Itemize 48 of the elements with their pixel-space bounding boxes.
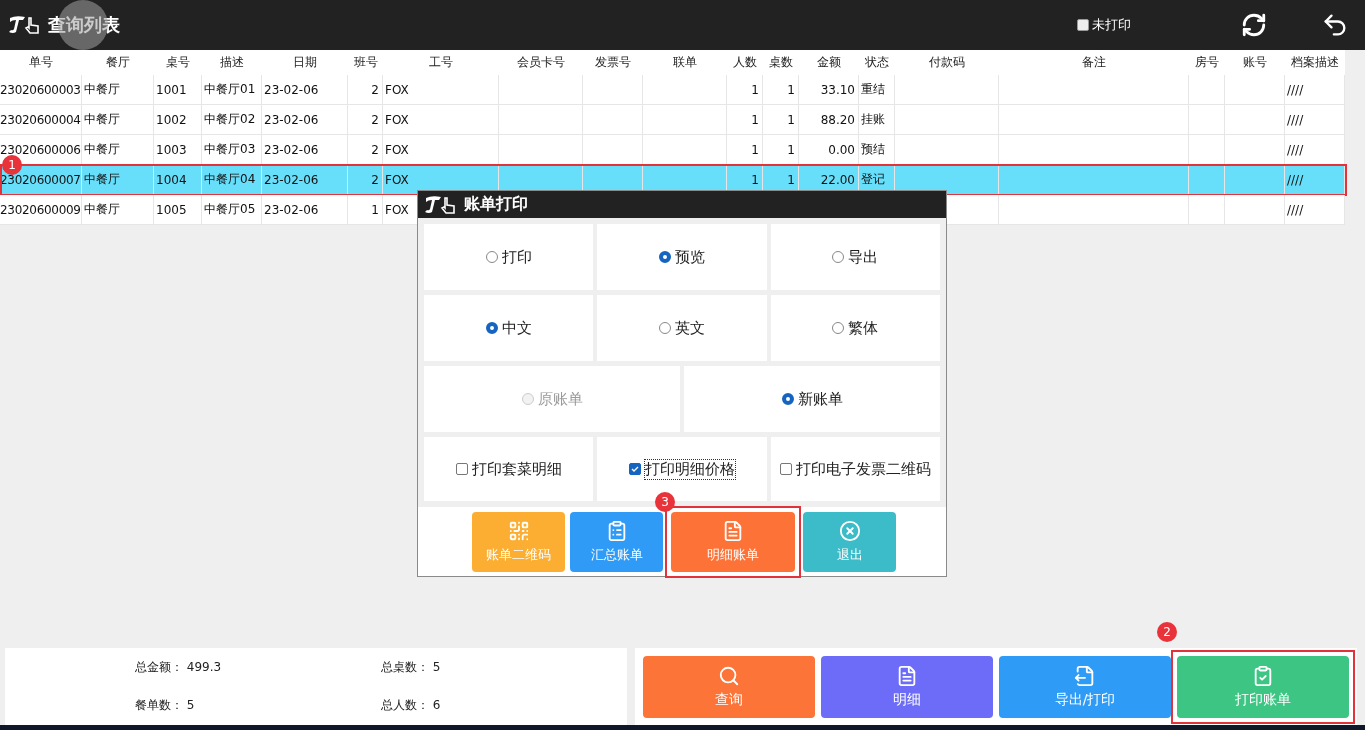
column-header: 房号: [1189, 50, 1225, 75]
column-header: 状态: [859, 50, 895, 75]
summary-item: 总桌数： 5: [381, 658, 442, 676]
column-header: 档案描述: [1285, 50, 1345, 75]
column-header: 账号: [1225, 50, 1285, 75]
checkbox-label: 未打印: [1092, 16, 1131, 34]
checkbox-label: 打印明细价格: [645, 459, 735, 479]
table-cell: ////: [1285, 135, 1345, 165]
column-header: 桌号: [154, 50, 202, 75]
table-cell: 23020600009: [0, 195, 82, 225]
column-header: 发票号: [583, 50, 643, 75]
table-cell: 中餐厅: [82, 195, 154, 225]
column-header: 描述: [202, 50, 262, 75]
table-cell: 预结: [859, 135, 895, 165]
column-header: 备注: [999, 50, 1189, 75]
step-badge: 3: [655, 492, 675, 512]
table-cell: 1005: [154, 195, 202, 225]
column-header: 班号: [348, 50, 383, 75]
table-cell: 0.00: [799, 135, 859, 165]
column-header: 联单: [643, 50, 727, 75]
table-cell: FOX: [383, 135, 499, 165]
table-cell: ////: [1285, 195, 1345, 225]
table-cell: 2: [348, 135, 383, 165]
column-header: 会员卡号: [499, 50, 583, 75]
summary-item: 餐单数： 5: [135, 697, 196, 715]
table-cell: 23-02-06: [262, 195, 348, 225]
checkbox-label: 打印电子发票二维码: [795, 459, 931, 479]
column-header: 餐厅: [82, 50, 154, 75]
summary-item: 总金额： 499.3: [135, 658, 223, 676]
checkbox-label: 打印套菜明细: [471, 459, 562, 479]
table-cell: 中餐厅: [82, 135, 154, 165]
summary-item: 总人数： 6: [381, 697, 442, 715]
table-cell: 23-02-06: [262, 135, 348, 165]
table-cell: 中餐厅03: [202, 135, 262, 165]
column-header: 单号: [0, 50, 82, 75]
table-cell: 中餐厅05: [202, 195, 262, 225]
table-cell: 1003: [154, 135, 202, 165]
column-header: 人数: [727, 50, 763, 75]
page-title: 查询列表: [48, 13, 120, 37]
column-header: 工号: [383, 50, 499, 75]
column-header: 付款码: [895, 50, 999, 75]
table-cell: 1: [348, 195, 383, 225]
step-badge: 2: [1157, 621, 1177, 642]
column-header: 金额: [799, 50, 859, 75]
column-header: 日期: [262, 50, 348, 75]
table-cell: 1: [763, 135, 799, 165]
table-cell: 1: [727, 135, 763, 165]
column-header: 桌数: [763, 50, 799, 75]
